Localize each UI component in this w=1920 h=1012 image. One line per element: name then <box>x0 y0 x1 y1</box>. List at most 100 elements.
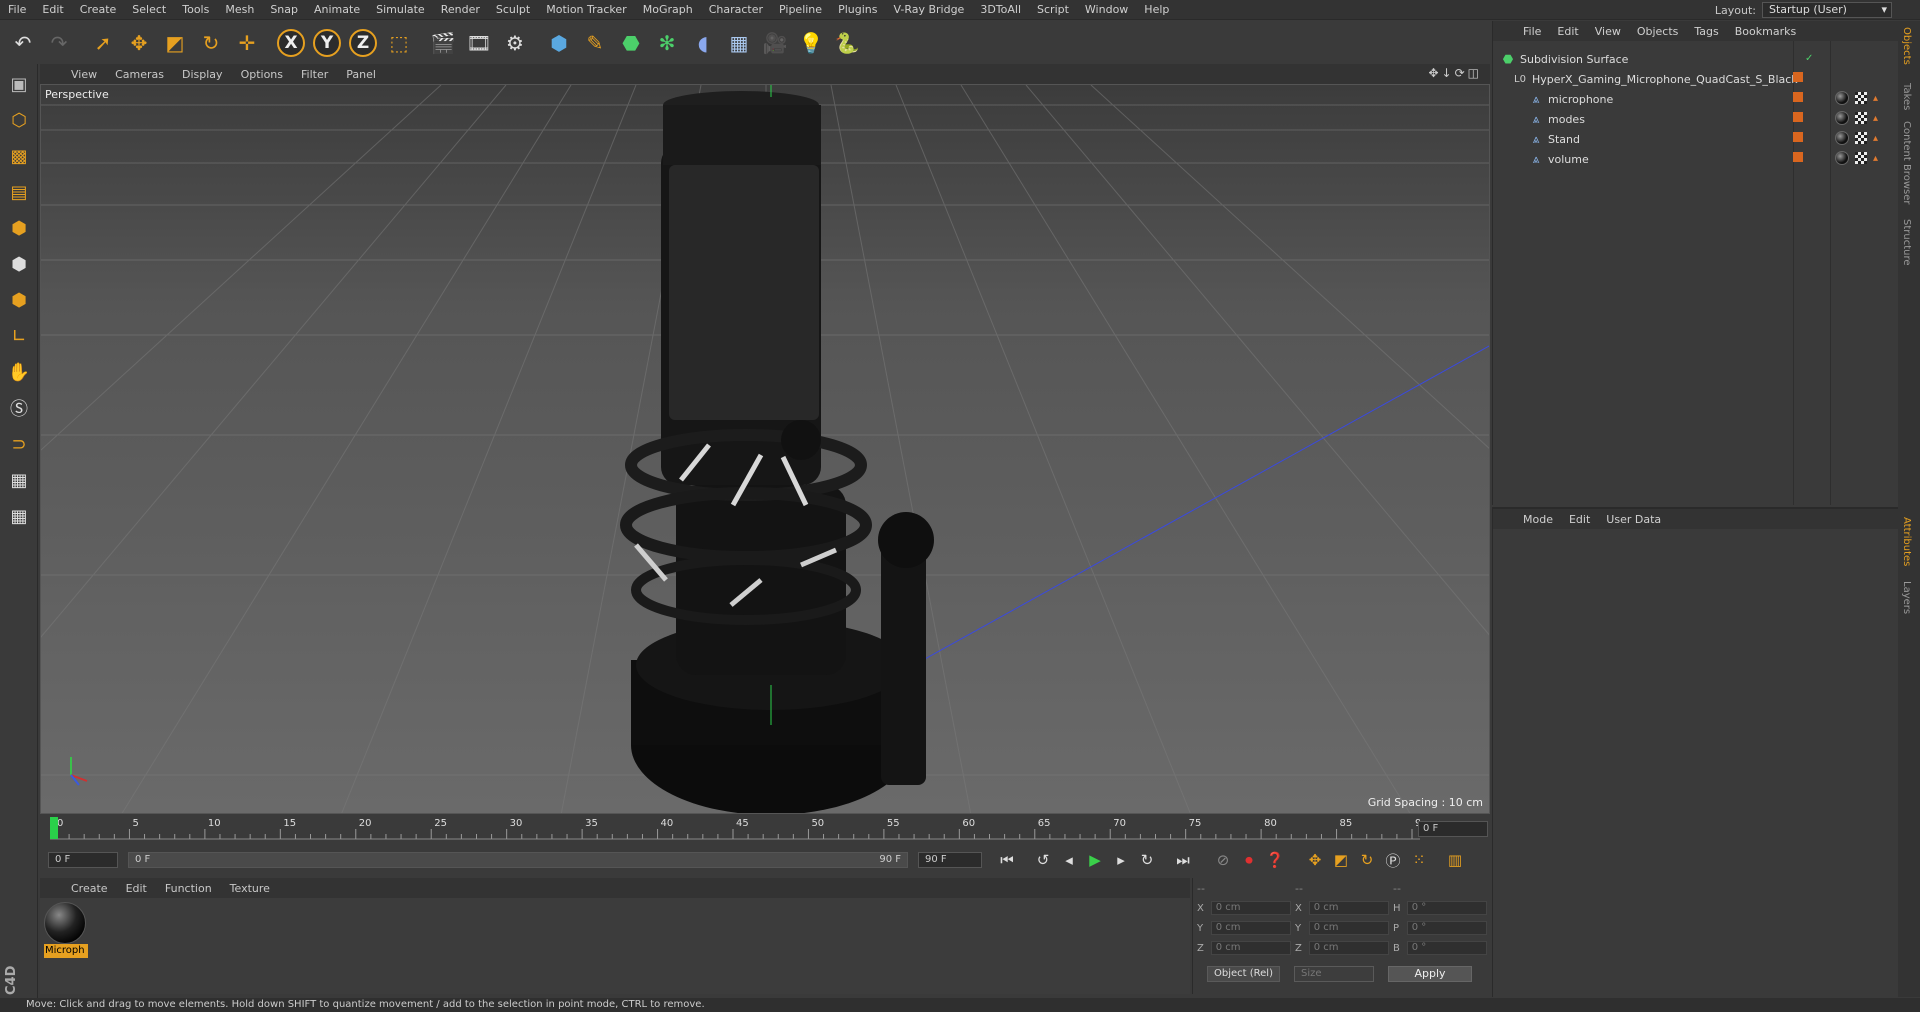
pos-z-field[interactable]: 0 cm <box>1210 941 1291 955</box>
texture-mode-icon[interactable]: ▩ <box>3 140 35 172</box>
texture-tag-icon[interactable] <box>1855 132 1867 144</box>
deformer-icon[interactable]: ◖ <box>686 26 720 60</box>
material-menu-create[interactable]: Create <box>62 882 117 895</box>
menu-plugins[interactable]: Plugins <box>830 0 885 20</box>
light-icon[interactable]: 💡 <box>794 26 828 60</box>
texture-tag-icon[interactable] <box>1855 152 1867 164</box>
material-menu-function[interactable]: Function <box>156 882 221 895</box>
size-z-field[interactable]: 0 cm <box>1308 941 1389 955</box>
point-mode-icon[interactable]: ⬢ <box>3 212 35 244</box>
x-axis-lock-button[interactable]: X <box>274 26 308 60</box>
layout-dropdown[interactable]: Startup (User) <box>1762 2 1892 18</box>
go-to-start-icon[interactable]: ⏮ <box>994 847 1020 873</box>
key-pla-icon[interactable]: ⁙ <box>1406 847 1432 873</box>
previous-key-icon[interactable]: ↺ <box>1030 847 1056 873</box>
make-editable-icon[interactable]: ▣ <box>3 68 35 100</box>
polygon-mode-icon[interactable]: ⬢ <box>3 284 35 316</box>
object-row-stand[interactable]: ⩓ Stand ▴ <box>1493 129 1899 149</box>
edge-mode-icon[interactable]: ⬢ <box>3 248 35 280</box>
layer-color-swatch[interactable] <box>1793 132 1803 142</box>
menu-tools[interactable]: Tools <box>174 0 217 20</box>
magnet-icon[interactable]: ⊃ <box>3 428 35 460</box>
viewport-menu-options[interactable]: Options <box>232 68 292 81</box>
viewport-menu-cameras[interactable]: Cameras <box>106 68 173 81</box>
size-x-field[interactable]: 0 cm <box>1308 901 1389 915</box>
workplane-lock-icon[interactable]: ▦ <box>3 464 35 496</box>
pos-y-field[interactable]: 0 cm <box>1210 921 1291 935</box>
viewport-menu-view[interactable]: View <box>62 68 106 81</box>
menu-select[interactable]: Select <box>124 0 174 20</box>
cube-object-icon[interactable]: ⬢ <box>542 26 576 60</box>
viewport-menu-filter[interactable]: Filter <box>292 68 337 81</box>
layer-color-swatch[interactable] <box>1793 152 1803 162</box>
viewport-menu-panel[interactable]: Panel <box>337 68 385 81</box>
material-swatch[interactable]: Microph <box>44 902 88 958</box>
coordinate-mode-dropdown[interactable]: Object (Rel) <box>1207 966 1280 982</box>
selection-tag-icon[interactable]: ▴ <box>1873 153 1878 164</box>
menu-motion-tracker[interactable]: Motion Tracker <box>538 0 634 20</box>
rot-h-field[interactable]: 0 ° <box>1406 901 1487 915</box>
texture-tag-icon[interactable] <box>1855 92 1867 104</box>
selection-tag-icon[interactable]: ▴ <box>1873 93 1878 104</box>
rot-b-field[interactable]: 0 ° <box>1406 941 1487 955</box>
menu-script[interactable]: Script <box>1029 0 1077 20</box>
size-y-field[interactable]: 0 cm <box>1308 921 1389 935</box>
am-menu-user-data[interactable]: User Data <box>1598 513 1669 526</box>
move-tool-icon[interactable]: ✥ <box>122 26 156 60</box>
playhead-marker[interactable] <box>50 817 58 839</box>
om-menu-tags[interactable]: Tags <box>1686 25 1726 38</box>
render-view-icon[interactable]: 🎬 <box>426 26 460 60</box>
z-axis-lock-button[interactable]: Z <box>346 26 380 60</box>
selection-tag-icon[interactable]: ▴ <box>1873 113 1878 124</box>
menu-window[interactable]: Window <box>1077 0 1136 20</box>
om-menu-bookmarks[interactable]: Bookmarks <box>1727 25 1804 38</box>
om-menu-objects[interactable]: Objects <box>1629 25 1687 38</box>
menu-vray-bridge[interactable]: V-Ray Bridge <box>885 0 972 20</box>
material-tag-icon[interactable] <box>1835 131 1849 145</box>
floor-environment-icon[interactable]: ▦ <box>722 26 756 60</box>
key-scale-icon[interactable]: ◩ <box>1328 847 1354 873</box>
object-row-microphone[interactable]: ⩓ microphone ▴ <box>1493 89 1899 109</box>
perspective-viewport[interactable]: Perspective Grid Spacing : 10 cm <box>40 84 1490 814</box>
camera-icon[interactable]: 🎥 <box>758 26 792 60</box>
scale-tool-icon[interactable]: ◩ <box>158 26 192 60</box>
pos-x-field[interactable]: 0 cm <box>1210 901 1291 915</box>
object-row-volume[interactable]: ⩓ volume ▴ <box>1493 149 1899 169</box>
timeline-window-icon[interactable]: ▥ <box>1442 847 1468 873</box>
current-frame-display[interactable]: 0 F <box>1418 821 1488 837</box>
viewport-navigation-icons[interactable]: ✥↓⟳◫ <box>1428 66 1482 80</box>
layer-color-swatch[interactable] <box>1793 112 1803 122</box>
viewport-menu-display[interactable]: Display <box>173 68 232 81</box>
pen-spline-icon[interactable]: ✎ <box>578 26 612 60</box>
tweak-mode-icon[interactable]: ✋ <box>3 356 35 388</box>
live-selection-icon[interactable]: ➚ <box>86 26 120 60</box>
go-to-end-icon[interactable]: ⏭ <box>1170 847 1196 873</box>
material-menu-texture[interactable]: Texture <box>221 882 279 895</box>
tab-takes[interactable]: Takes <box>1901 83 1912 110</box>
key-rotation-icon[interactable]: ↻ <box>1354 847 1380 873</box>
size-mode-dropdown[interactable]: Size <box>1293 966 1374 982</box>
menu-mesh[interactable]: Mesh <box>217 0 262 20</box>
autokey-icon[interactable]: ❓ <box>1262 847 1288 873</box>
object-row-hyperx-null[interactable]: L0 HyperX_Gaming_Microphone_QuadCast_S_B… <box>1493 69 1899 89</box>
tab-objects[interactable]: Objects <box>1901 27 1912 65</box>
menu-edit[interactable]: Edit <box>34 0 71 20</box>
snapping-icon[interactable]: Ⓢ <box>3 392 35 424</box>
redo-icon[interactable]: ↷ <box>42 26 76 60</box>
undo-icon[interactable]: ↶ <box>6 26 40 60</box>
om-menu-view[interactable]: View <box>1587 25 1629 38</box>
object-row-subdivision-surface[interactable]: ⬣ Subdivision Surface ✓ <box>1493 49 1899 69</box>
menu-help[interactable]: Help <box>1136 0 1177 20</box>
workplane-mode-icon[interactable]: ▤ <box>3 176 35 208</box>
y-axis-lock-button[interactable]: Y <box>310 26 344 60</box>
end-frame-field[interactable]: 90 F <box>918 852 982 868</box>
play-forward-icon[interactable]: ▶ <box>1082 847 1108 873</box>
material-tag-icon[interactable] <box>1835 91 1849 105</box>
om-menu-file[interactable]: File <box>1515 25 1549 38</box>
layer-color-swatch[interactable] <box>1793 92 1803 102</box>
menu-animate[interactable]: Animate <box>306 0 368 20</box>
enabled-check-icon[interactable]: ✓ <box>1805 53 1813 64</box>
menu-3dtoall[interactable]: 3DToAll <box>972 0 1029 20</box>
coordinate-system-icon[interactable]: ⬚ <box>382 26 416 60</box>
frame-range-slider[interactable]: 0 F 90 F <box>128 852 908 868</box>
